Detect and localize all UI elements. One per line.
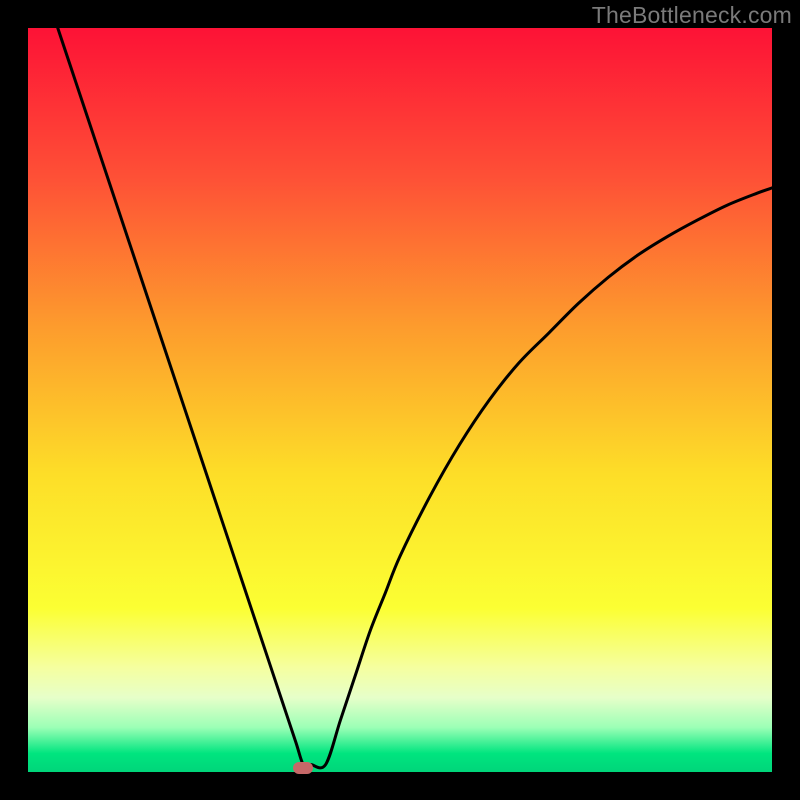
watermark-text: TheBottleneck.com (592, 2, 792, 29)
gradient-background (28, 28, 772, 772)
plot-area (28, 28, 772, 772)
optimal-point-marker (293, 762, 313, 774)
chart-svg (28, 28, 772, 772)
chart-frame: TheBottleneck.com (0, 0, 800, 800)
